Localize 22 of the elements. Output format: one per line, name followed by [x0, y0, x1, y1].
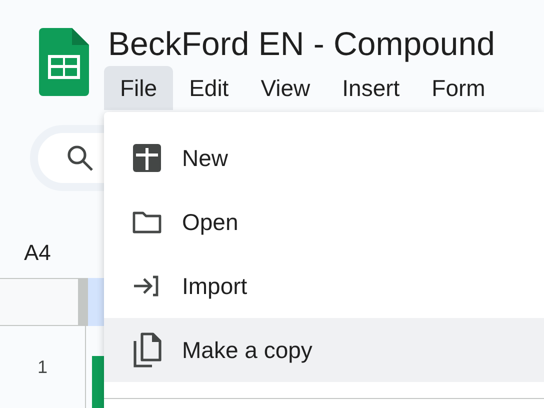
menu-entry-label: Import — [182, 272, 248, 301]
menu-entry[interactable]: Import — [104, 254, 544, 318]
arrow-into-bracket-icon — [132, 274, 160, 298]
folder-icon — [132, 210, 162, 234]
search-icon — [66, 144, 94, 172]
menu-entry[interactable]: Open — [104, 190, 544, 254]
menu-entry[interactable]: New — [104, 126, 544, 190]
plus-square-icon — [132, 143, 162, 173]
name-box[interactable]: A4 — [24, 236, 51, 269]
copy-icon — [132, 332, 162, 368]
menu-item[interactable]: View — [244, 66, 326, 110]
row-header[interactable]: 1 — [0, 326, 86, 408]
spreadsheet-logo-icon[interactable] — [39, 28, 89, 96]
menu-entry-label: New — [182, 144, 228, 173]
menu-entry-label: Make a copy — [182, 336, 312, 365]
menu-item[interactable]: Edit — [173, 66, 245, 110]
menu-entry[interactable]: Make a copy — [104, 318, 544, 382]
menu-item[interactable]: File — [104, 66, 174, 110]
menu-entry-label: Open — [182, 208, 238, 237]
menu-item[interactable]: Form — [416, 66, 502, 110]
menu-item[interactable]: Insert — [326, 66, 416, 110]
document-title[interactable]: BeckFord EN - Compound — [104, 22, 502, 66]
